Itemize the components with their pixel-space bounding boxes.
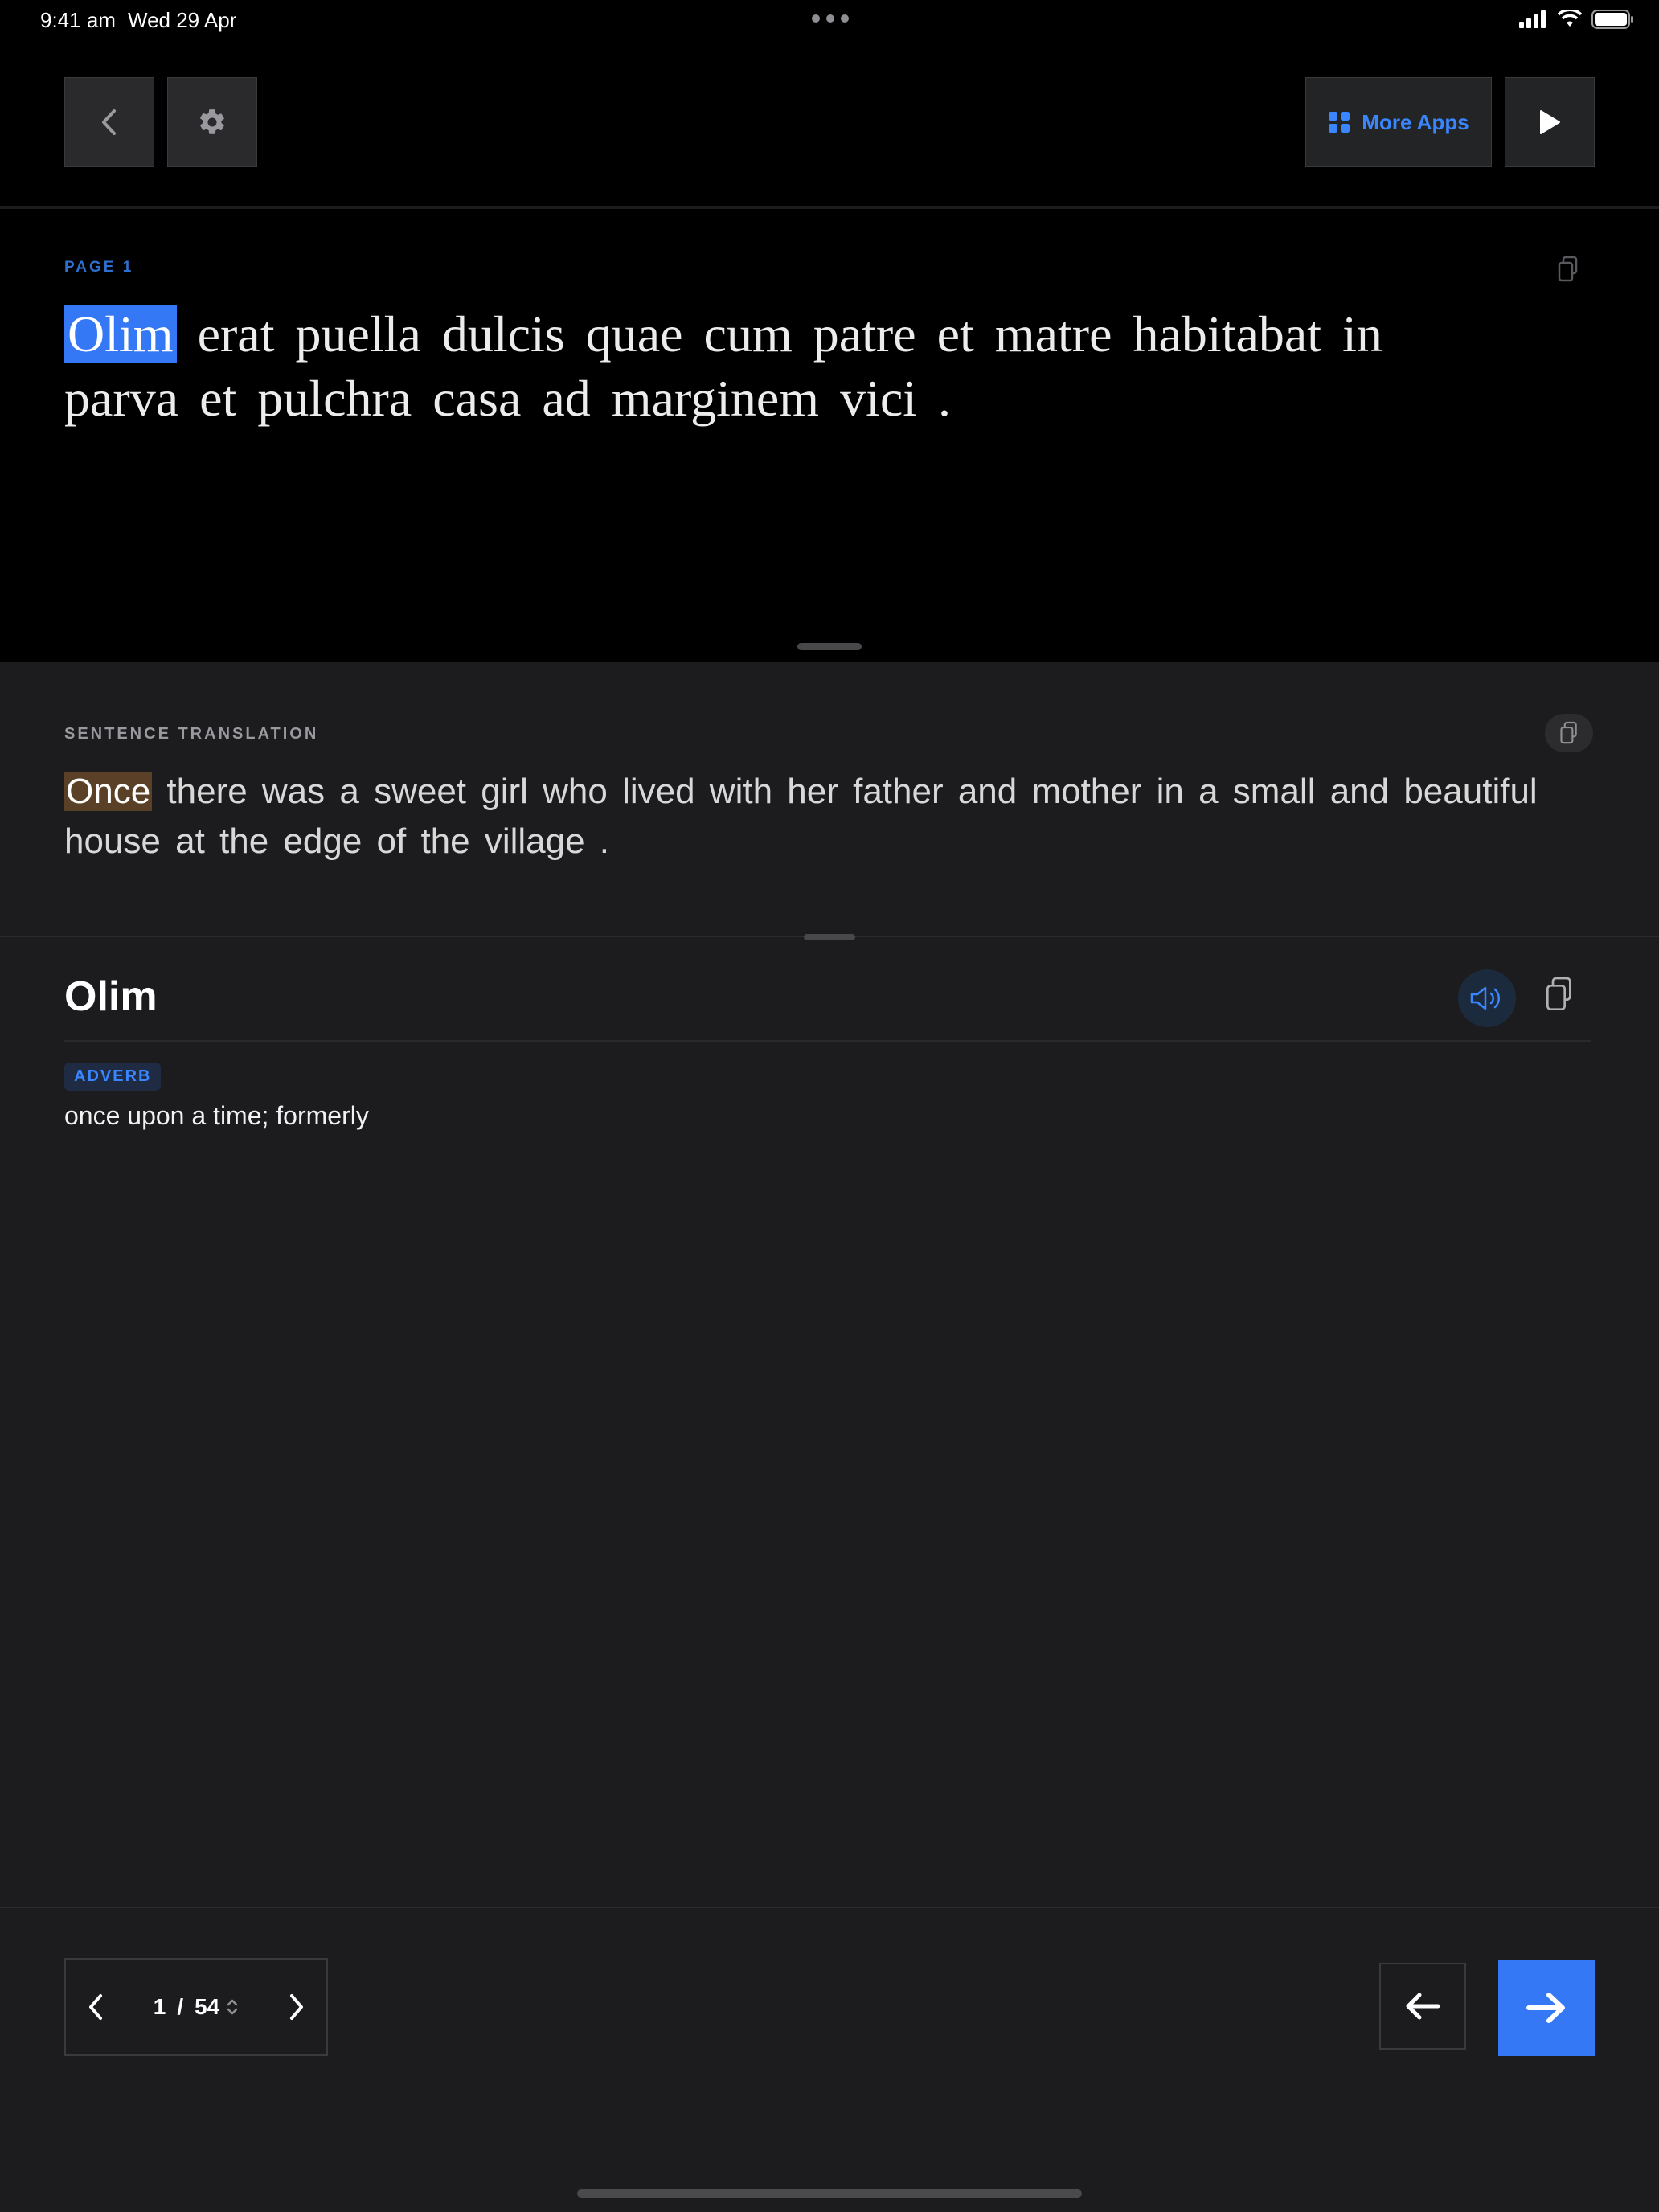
- status-date: Wed 29 Apr: [128, 8, 237, 32]
- translation-label: SENTENCE TRANSLATION: [64, 725, 319, 743]
- signal-icon: [1519, 10, 1546, 28]
- back-button[interactable]: [64, 77, 154, 167]
- pronounce-button[interactable]: [1458, 969, 1516, 1027]
- page-pager: 1 / 54: [64, 1958, 328, 2056]
- chevron-left-icon: [89, 1994, 102, 2020]
- arrow-right-icon: [1526, 1993, 1565, 2023]
- translation-rest: there was a sweet girl who lived with he…: [64, 772, 1538, 861]
- current-page: 1: [153, 1994, 166, 2019]
- next-page-button[interactable]: [288, 1993, 305, 2021]
- copy-icon: [1546, 977, 1571, 1010]
- page-separator: /: [177, 1994, 184, 2019]
- resize-handle[interactable]: [804, 934, 855, 940]
- chevron-right-icon: [289, 1994, 303, 2020]
- definition-text: once upon a time; formerly: [64, 1101, 369, 1130]
- previous-word-button[interactable]: [1379, 1963, 1466, 2050]
- play-button[interactable]: [1505, 77, 1595, 167]
- copy-definition-button[interactable]: [1543, 976, 1575, 1017]
- definition-divider: [64, 1040, 1591, 1042]
- multitasking-menu[interactable]: [812, 14, 849, 23]
- status-time: 9:41 am: [40, 8, 116, 32]
- copy-icon: [1558, 256, 1578, 282]
- settings-button[interactable]: [167, 77, 257, 167]
- latin-text[interactable]: erat puella dulcis quae cum patre et mat…: [64, 305, 1382, 427]
- play-icon: [1540, 110, 1560, 134]
- latin-sentence: Olim erat puella dulcis quae cum patre e…: [64, 302, 1463, 431]
- bottom-divider: [0, 1907, 1659, 1908]
- chevron-left-icon: [102, 109, 116, 135]
- selected-word[interactable]: Olim: [64, 305, 177, 363]
- page-label: PAGE 1: [64, 259, 134, 276]
- translation-text: Once there was a sweet girl who lived wi…: [64, 767, 1559, 866]
- wifi-icon: [1558, 10, 1582, 27]
- previous-page-button[interactable]: [87, 1993, 104, 2021]
- status-icons: [1519, 8, 1635, 31]
- word-title: Olim: [64, 973, 158, 1020]
- speaker-icon: [1470, 986, 1501, 1010]
- more-apps-button[interactable]: More Apps: [1305, 77, 1492, 167]
- updown-chevron-icon: [227, 1999, 238, 2015]
- resize-handle[interactable]: [797, 643, 862, 650]
- copy-icon: [1560, 721, 1577, 744]
- gear-icon: [200, 109, 224, 134]
- copy-page-button[interactable]: [1556, 256, 1580, 287]
- more-apps-label: More Apps: [1362, 109, 1469, 134]
- page-selector[interactable]: 1 / 54: [154, 1994, 240, 2020]
- arrow-left-icon: [1406, 1993, 1440, 2020]
- total-pages: 54: [195, 1994, 220, 2019]
- home-indicator[interactable]: [577, 2189, 1082, 2198]
- copy-translation-button[interactable]: [1545, 714, 1593, 752]
- toolbar-divider: [0, 206, 1659, 209]
- next-word-button[interactable]: [1498, 1960, 1595, 2056]
- part-of-speech-badge: ADVERB: [64, 1063, 162, 1091]
- battery-icon: [1591, 10, 1633, 29]
- grid-icon: [1329, 112, 1350, 133]
- translation-highlight: Once: [64, 772, 153, 811]
